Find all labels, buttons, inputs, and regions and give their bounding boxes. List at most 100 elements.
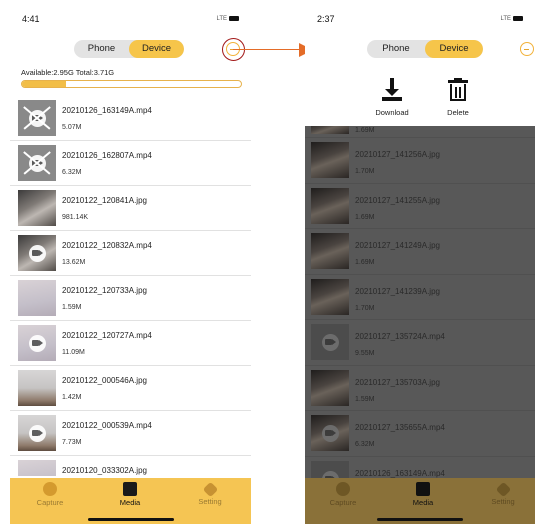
file-name: 20210127_135724A.mp4 [355, 332, 445, 341]
file-thumbnail [18, 370, 56, 406]
home-indicator [377, 518, 463, 521]
screenshot-canvas: 4:41 LTE Phone Device Available:2.95G To… [0, 0, 535, 524]
list-item[interactable]: 20210127_135724A.mp4 9.55M [305, 320, 535, 366]
list-item[interactable]: 20210126_163149A.mp4 5.07M [10, 96, 251, 141]
list-item[interactable]: 20210122_000546A.jpg 1.42M [10, 366, 251, 411]
file-size: 1.42M [62, 394, 82, 401]
media-icon [123, 482, 137, 496]
file-thumbnail [18, 325, 56, 361]
tab-media[interactable]: Media [100, 482, 160, 507]
file-thumbnail [311, 369, 349, 406]
list-item[interactable]: 20210126_163149A.mp4 [305, 457, 535, 478]
file-size: 11.09M [62, 349, 85, 356]
file-thumbnail [311, 142, 349, 178]
file-list: 20210126_163149A.mp4 5.07M 20210126_162807… [10, 96, 251, 476]
list-item[interactable]: 20210127_135703A.jpg 1.59M [305, 366, 535, 411]
tab-capture[interactable]: Capture [20, 482, 80, 507]
download-icon [381, 78, 403, 102]
list-item[interactable]: 20210122_120727A.mp4 11.09M [10, 321, 251, 366]
source-segmented-control: Phone Device [74, 40, 184, 58]
source-segmented-control: Phone Device [367, 40, 483, 58]
tab-media-label: Media [119, 498, 141, 507]
network-label: LTE [500, 16, 511, 23]
file-thumbnail [18, 190, 56, 226]
tab-setting-label: Setting [198, 497, 222, 506]
list-item[interactable]: 20210120_033302A.jpg [10, 456, 251, 476]
file-name: 20210127_141249A.jpg [355, 241, 440, 250]
list-item[interactable]: 20210122_120832A.mp4 13.62M [10, 231, 251, 276]
file-thumbnail [311, 233, 349, 269]
list-item-partial: 1.69M [305, 126, 535, 138]
download-action[interactable]: Download [367, 78, 417, 117]
status-bar: 4:41 LTE [10, 4, 251, 34]
capture-icon [43, 482, 57, 496]
video-camera-icon [322, 425, 339, 442]
storage-bar-fill [22, 81, 66, 87]
file-name: 20210122_000539A.mp4 [62, 421, 152, 430]
status-time: 4:41 [22, 14, 40, 24]
download-label: Download [375, 108, 409, 117]
trash-icon [447, 78, 469, 102]
file-size: 1.69M [355, 127, 375, 134]
file-name: 20210127_141239A.jpg [355, 286, 440, 296]
action-menu: Download Delete [305, 70, 535, 126]
segment-phone[interactable]: Phone [74, 40, 129, 58]
status-time: 2:37 [317, 14, 335, 24]
tab-capture-label: Capture [329, 498, 357, 507]
file-thumbnail [311, 278, 349, 315]
video-camera-icon [322, 470, 339, 478]
video-camera-icon [29, 425, 46, 442]
file-name: 20210126_163149A.mp4 [355, 468, 445, 478]
list-item[interactable]: 20210122_120733A.jpg 1.59M [10, 276, 251, 321]
file-name: 20210127_141256A.jpg [355, 150, 440, 159]
file-size: 1.69M [355, 259, 375, 266]
tab-setting[interactable]: Setting [180, 481, 240, 506]
file-size: 13.62M [62, 259, 86, 266]
storage-info: Available:2.95G Total:3.71G [21, 68, 115, 77]
file-name: 20210122_000546A.jpg [62, 376, 147, 385]
file-name: 20210122_120733A.jpg [62, 286, 147, 295]
list-item[interactable]: 20210122_000539A.mp4 7.73M [10, 411, 251, 456]
annotation-arrow [233, 49, 301, 51]
list-item[interactable]: 20210127_135655A.mp4 6.32M [305, 411, 535, 457]
file-thumbnail [311, 460, 349, 478]
file-thumbnail [311, 187, 349, 224]
file-size: 7.73M [62, 439, 82, 446]
tab-setting[interactable]: Setting [473, 481, 533, 506]
list-item[interactable]: 20210127_141249A.jpg 1.69M [305, 229, 535, 275]
file-name: 20210127_141255A.jpg [355, 195, 440, 205]
file-size: 981.14K [62, 214, 89, 221]
file-name: 20210122_120832A.mp4 [62, 241, 152, 250]
file-name: 20210126_163149A.mp4 [62, 106, 152, 115]
delete-label: Delete [447, 108, 469, 117]
segment-device[interactable]: Device [425, 40, 483, 58]
file-size: 1.70M [355, 168, 375, 175]
file-thumbnail [18, 100, 56, 136]
tab-bar: Capture Media Setting [10, 478, 251, 524]
list-item[interactable]: 20210122_120841A.jpg 981.14K [10, 186, 251, 231]
dimmed-file-list: 1.69M 20210127_141256A.jpg 1.70M 20210127_… [305, 126, 535, 478]
file-thumbnail [18, 280, 56, 316]
file-size: 1.59M [355, 395, 375, 403]
right-phone-screen: 2:37 LTE Phone Device Download Delete 1.… [305, 4, 535, 524]
tab-capture[interactable]: Capture [313, 482, 373, 507]
status-bar: 2:37 LTE [305, 4, 535, 34]
more-menu-button[interactable] [520, 42, 534, 56]
list-item[interactable]: 20210127_141255A.jpg 1.69M [305, 184, 535, 229]
file-size: 9.55M [355, 350, 375, 357]
list-item[interactable]: 20210127_141239A.jpg 1.70M [305, 275, 535, 320]
list-item[interactable]: 20210127_141256A.jpg 1.70M [305, 138, 535, 184]
file-size: 1.70M [355, 304, 375, 312]
delete-action[interactable]: Delete [433, 78, 483, 117]
gear-icon [202, 481, 218, 498]
list-item[interactable]: 20210126_162807A.mp4 6.32M [10, 141, 251, 186]
network-label: LTE [216, 16, 227, 23]
capture-icon [336, 482, 350, 496]
segment-device[interactable]: Device [129, 40, 184, 58]
media-icon [416, 482, 430, 496]
segment-phone[interactable]: Phone [367, 40, 425, 58]
file-size: 6.32M [355, 441, 375, 448]
gear-icon [495, 481, 511, 498]
file-name: 20210122_120841A.jpg [62, 196, 147, 205]
tab-media[interactable]: Media [393, 482, 453, 507]
